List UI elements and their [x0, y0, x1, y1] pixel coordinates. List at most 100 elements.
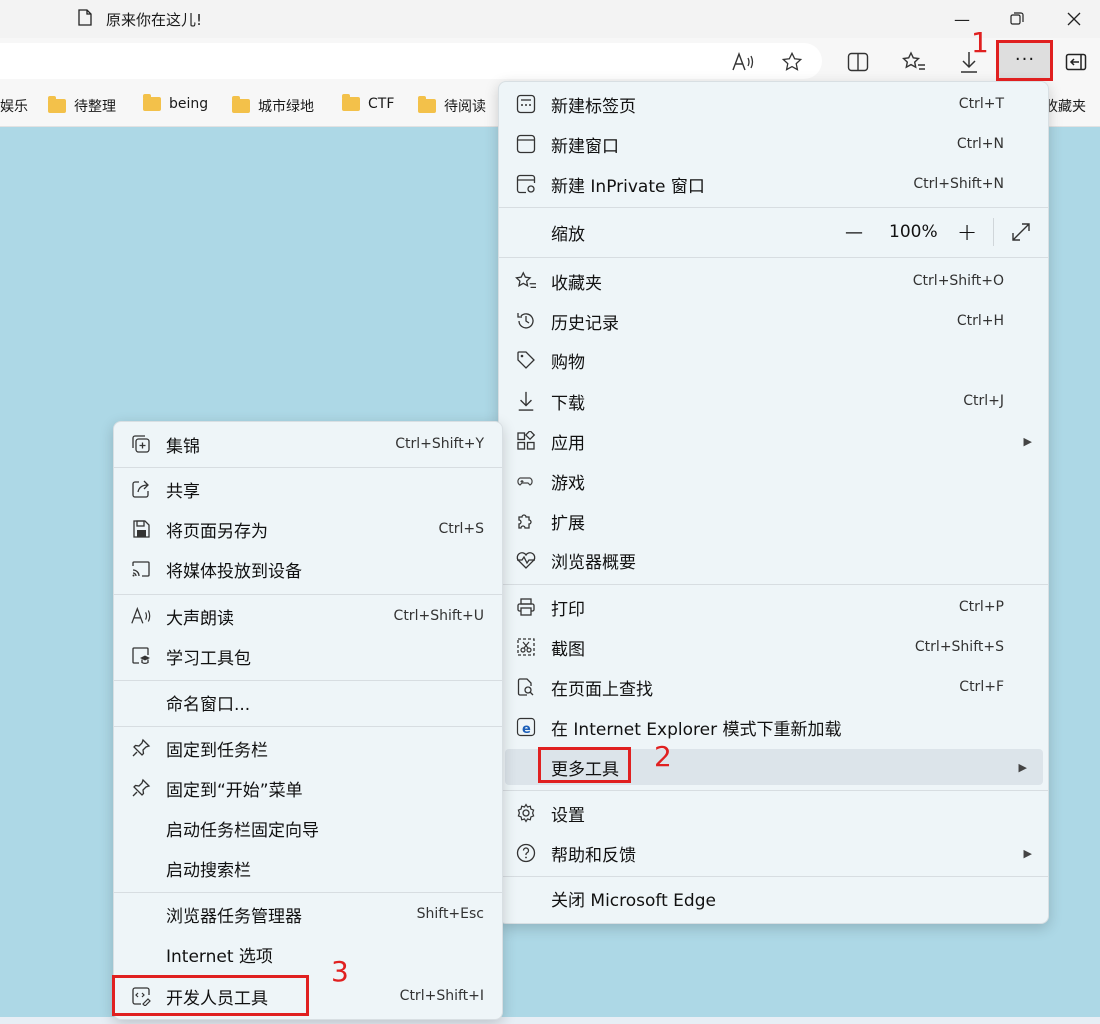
download-icon [515, 390, 537, 412]
split-screen-icon[interactable] [846, 51, 870, 73]
share-icon [130, 478, 152, 500]
sidebar-toggle-icon[interactable] [1064, 51, 1088, 73]
menu-label: 下载 [551, 393, 585, 414]
fav-other-favorites[interactable]: 收藏夹 [1044, 96, 1086, 116]
submenu-arrow-icon: ▶ [1023, 434, 1032, 448]
fav-folder[interactable]: 待整理 [48, 96, 116, 116]
menu-ie-mode[interactable]: e 在 Internet Explorer 模式下重新加载 [499, 707, 1048, 747]
menu-label: 集锦 [166, 436, 200, 457]
menu-divider [114, 726, 502, 727]
toolbar: ··· [0, 38, 1100, 84]
menu-divider [114, 892, 502, 893]
menu-shortcut: Ctrl+T [958, 96, 1004, 112]
more-tools-submenu: 集锦 Ctrl+Shift+Y 共享 将页面另存为 Ctrl+S 将媒体投放到设… [113, 421, 503, 1020]
menu-divider [499, 790, 1048, 791]
menu-label: Internet 选项 [166, 946, 273, 967]
menu-shopping[interactable]: 购物 [499, 340, 1048, 380]
restore-icon [1010, 12, 1024, 25]
submenu-task-manager[interactable]: 浏览器任务管理器 Shift+Esc [114, 894, 502, 934]
submenu-save-page[interactable]: 将页面另存为 Ctrl+S [114, 509, 502, 549]
menu-settings[interactable]: 设置 [499, 793, 1048, 833]
annotation-step-2: 2 [654, 740, 672, 773]
read-aloud-icon[interactable] [730, 51, 756, 73]
menu-divider [114, 594, 502, 595]
puzzle-icon [515, 510, 537, 532]
tab-title[interactable]: 原来你在这儿! [106, 9, 202, 30]
submenu-search-bar[interactable]: 启动搜索栏 [114, 848, 502, 888]
submenu-read-aloud[interactable]: 大声朗读 Ctrl+Shift+U [114, 596, 502, 636]
menu-extensions[interactable]: 扩展 [499, 501, 1048, 541]
pin-icon [130, 737, 152, 759]
submenu-learning-toolkit[interactable]: 学习工具包 [114, 636, 502, 676]
fav-folder[interactable]: 城市绿地 [232, 96, 314, 116]
submenu-taskbar-wizard[interactable]: 启动任务栏固定向导 [114, 808, 502, 848]
menu-divider [499, 257, 1048, 258]
heart-pulse-icon [515, 549, 537, 571]
submenu-collections[interactable]: 集锦 Ctrl+Shift+Y [114, 424, 502, 464]
menu-label: 关闭 Microsoft Edge [551, 890, 716, 911]
menu-close-edge[interactable]: 关闭 Microsoft Edge [499, 878, 1048, 918]
menu-games[interactable]: 游戏 [499, 461, 1048, 501]
history-icon [515, 310, 537, 332]
submenu-name-window[interactable]: 命名窗口... [114, 682, 502, 722]
menu-new-tab[interactable]: 新建标签页 Ctrl+T [499, 84, 1048, 124]
close-icon [1067, 12, 1081, 26]
menu-history[interactable]: 历史记录 Ctrl+H [499, 301, 1048, 341]
document-icon [78, 9, 92, 26]
menu-divider [499, 876, 1048, 877]
submenu-pin-taskbar[interactable]: 固定到任务栏 [114, 728, 502, 768]
find-icon [515, 676, 537, 698]
fav-item[interactable]: 娱乐 [0, 96, 28, 116]
pin-icon [130, 777, 152, 799]
menu-screenshot[interactable]: 截图 Ctrl+Shift+S [499, 627, 1048, 667]
minimize-icon: — [954, 9, 970, 29]
menu-label: 在页面上查找 [551, 679, 653, 700]
menu-new-window[interactable]: 新建窗口 Ctrl+N [499, 124, 1048, 164]
favorite-star-icon[interactable] [780, 51, 804, 73]
menu-label: 打印 [551, 599, 585, 620]
menu-apps[interactable]: 应用 ▶ [499, 421, 1048, 461]
address-bar[interactable] [0, 43, 822, 79]
menu-favorites[interactable]: 收藏夹 Ctrl+Shift+O [499, 261, 1048, 301]
menu-shortcut: Ctrl+Shift+O [912, 273, 1004, 289]
submenu-share[interactable]: 共享 [114, 469, 502, 509]
read-aloud-icon [130, 605, 152, 627]
submenu-pin-start[interactable]: 固定到“开始”菜单 [114, 768, 502, 808]
zoom-in-button[interactable]: + [957, 218, 977, 246]
menu-find-on-page[interactable]: 在页面上查找 Ctrl+F [499, 667, 1048, 707]
menu-label: 收藏夹 [551, 273, 602, 294]
folder-icon [342, 94, 360, 111]
games-icon [515, 470, 537, 492]
menu-label: 应用 [551, 433, 585, 454]
menu-downloads[interactable]: 下载 Ctrl+J [499, 381, 1048, 421]
favorites-icon [515, 270, 537, 292]
menu-print[interactable]: 打印 Ctrl+P [499, 587, 1048, 627]
menu-shortcut: Ctrl+H [956, 313, 1004, 329]
fav-folder[interactable]: being [143, 94, 208, 112]
menu-label: 将页面另存为 [166, 521, 268, 542]
fav-folder[interactable]: 待阅读 [418, 96, 486, 116]
fav-folder[interactable]: CTF [342, 94, 394, 112]
menu-label: 浏览器任务管理器 [166, 906, 302, 927]
menu-label: 启动任务栏固定向导 [166, 820, 319, 841]
menu-browser-essentials[interactable]: 浏览器概要 [499, 540, 1048, 580]
restore-button[interactable] [997, 4, 1037, 34]
menu-label: 浏览器概要 [551, 552, 636, 573]
annotation-step-1: 1 [971, 26, 989, 59]
submenu-internet-options[interactable]: Internet 选项 [114, 934, 502, 974]
apps-icon [515, 430, 537, 452]
menu-new-inprivate[interactable]: 新建 InPrivate 窗口 Ctrl+Shift+N [499, 164, 1048, 204]
menu-label: 帮助和反馈 [551, 845, 636, 866]
close-window-button[interactable] [1054, 4, 1094, 34]
submenu-cast-media[interactable]: 将媒体投放到设备 [114, 549, 502, 589]
folder-icon [418, 96, 436, 113]
menu-shortcut: Ctrl+N [956, 136, 1004, 152]
favorites-list-icon[interactable] [901, 51, 927, 73]
menu-help[interactable]: 帮助和反馈 ▶ [499, 833, 1048, 873]
menu-label: 将媒体投放到设备 [166, 561, 302, 582]
fullscreen-icon[interactable] [1011, 222, 1031, 247]
zoom-out-button[interactable]: — [845, 222, 863, 243]
fav-label: 待整理 [74, 99, 116, 115]
menu-label: 新建窗口 [551, 136, 619, 157]
menu-label: 固定到任务栏 [166, 740, 268, 761]
